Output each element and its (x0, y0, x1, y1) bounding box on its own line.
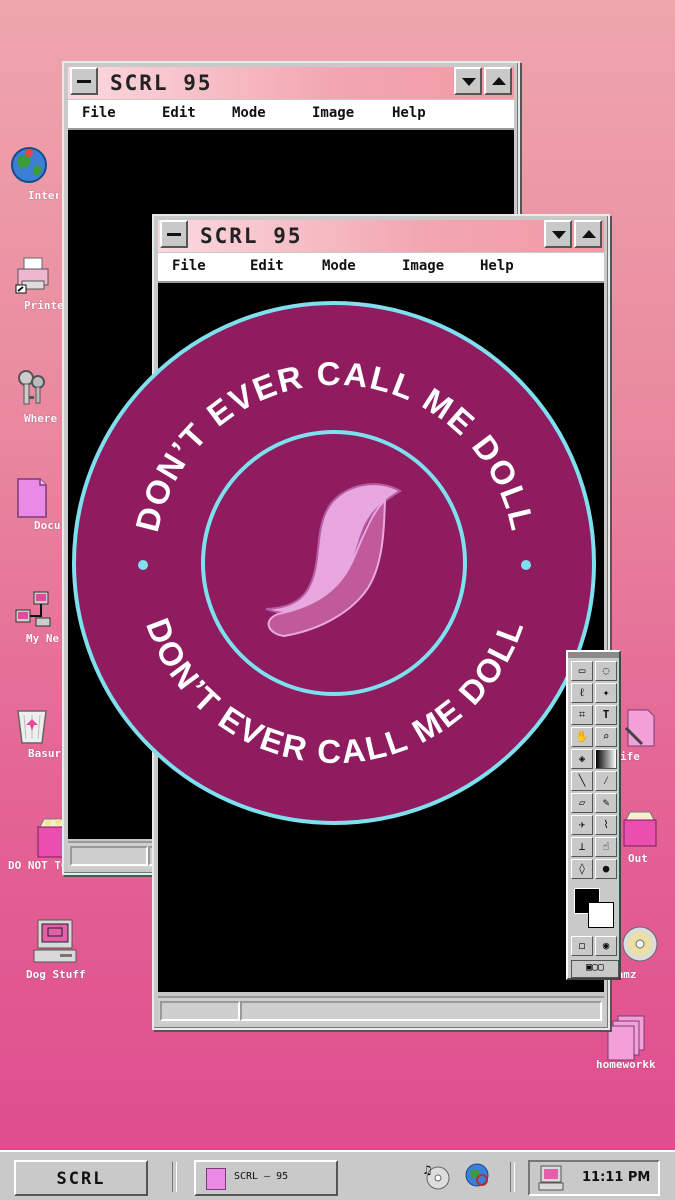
task-label: SCRL – 95 (234, 1171, 289, 1182)
badge-dot-right (521, 560, 531, 570)
computer-icon[interactable] (538, 1165, 564, 1191)
taskbar-task-scrl95[interactable]: SCRL – 95 (194, 1160, 338, 1196)
marquee-rect-icon[interactable]: ▭ (571, 661, 593, 681)
smudge-icon[interactable]: ☝ (595, 837, 617, 857)
palette-titlebar[interactable] (568, 652, 619, 658)
start-button[interactable]: SCRL (14, 1160, 148, 1196)
system-tray: 11:11 PM (528, 1160, 660, 1196)
airbrush-icon[interactable]: ✈ (571, 815, 593, 835)
tool-palette[interactable]: ▭ ◌ ℓ ✦ ⌗ T ✋ ⌕ ◈ ╲ ⁄ ▱ ✎ ✈ ⌇ ⊥ ☝ ◊ ● ◻ … (566, 650, 621, 980)
marquee-ellipse-icon[interactable]: ◌ (595, 661, 617, 681)
type-icon[interactable]: T (595, 705, 617, 725)
eyedropper-icon[interactable]: ⁄ (595, 771, 617, 791)
zoom-icon[interactable]: ⌕ (595, 727, 617, 747)
hand-icon[interactable]: ✋ (571, 727, 593, 747)
taskbar-divider (510, 1162, 515, 1192)
dodge-icon[interactable]: ● (595, 859, 617, 879)
line-icon[interactable]: ╲ (571, 771, 593, 791)
taskbar: SCRL SCRL – 95 ♫ 11:11 PM (0, 1150, 675, 1200)
mask-quick-icon[interactable]: ◉ (595, 936, 617, 956)
globe-magnifier-icon[interactable] (464, 1162, 492, 1190)
gradient-icon[interactable] (595, 749, 617, 769)
start-label: SCRL (56, 1169, 106, 1189)
lasso-icon[interactable]: ℓ (571, 683, 593, 703)
svg-text:♫: ♫ (422, 1163, 433, 1177)
mask-standard-icon[interactable]: ◻ (571, 936, 593, 956)
pencil-icon[interactable]: ✎ (595, 793, 617, 813)
badge-dot-left (138, 560, 148, 570)
screen-mode-icon[interactable]: ▣▢▢ (571, 960, 619, 978)
paint-bucket-icon[interactable]: ◈ (571, 749, 593, 769)
eraser-icon[interactable]: ▱ (571, 793, 593, 813)
blur-icon[interactable]: ◊ (571, 859, 593, 879)
stamp-icon[interactable]: ⊥ (571, 837, 593, 857)
taskbar-divider (172, 1162, 177, 1192)
crop-icon[interactable]: ⌗ (571, 705, 593, 725)
background-color-swatch[interactable] (588, 902, 614, 928)
badge: DON’T EVER CALL ME DOLL DON’T EVER CALL … (72, 301, 596, 825)
music-cd-icon[interactable]: ♫ (422, 1162, 450, 1190)
magic-wand-icon[interactable]: ✦ (595, 683, 617, 703)
brush-icon[interactable]: ⌇ (595, 815, 617, 835)
folder-icon (206, 1168, 226, 1190)
clock[interactable]: 11:11 PM (582, 1170, 650, 1185)
